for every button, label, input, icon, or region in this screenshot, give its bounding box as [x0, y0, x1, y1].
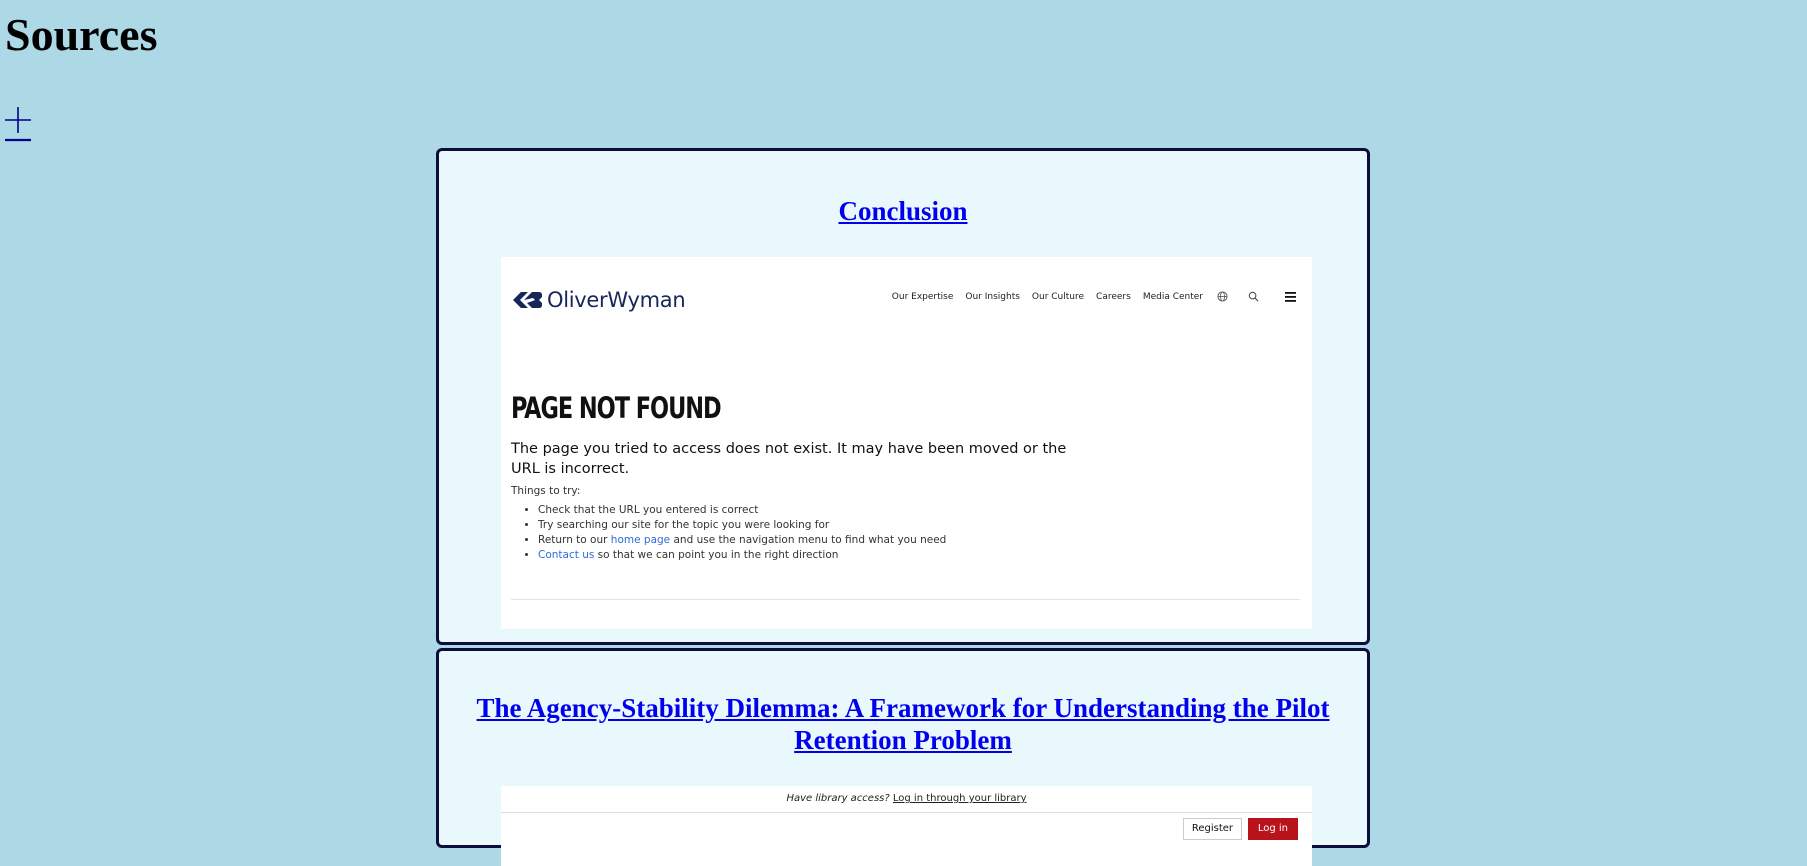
error-heading: PAGE NOT FOUND [511, 391, 722, 425]
oliverwyman-logo: OliverWyman [511, 287, 686, 313]
source-card: Conclusion OliverWyman Our Expertise Our… [436, 148, 1370, 645]
logo-text: OliverWyman [547, 288, 686, 312]
source-screenshot[interactable]: OliverWyman Our Expertise Our Insights O… [501, 257, 1312, 629]
globe-icon[interactable] [1217, 291, 1228, 302]
list-item: Return to our home page and use the navi… [538, 533, 946, 548]
list-item: Contact us so that we can point you in t… [538, 548, 946, 563]
nav-item-media-center[interactable]: Media Center [1143, 292, 1203, 302]
page-title: Sources [5, 9, 158, 60]
list-item-text: Check that the URL you entered is correc… [538, 504, 759, 516]
list-item-text: so that we can point you in the right di… [594, 549, 839, 561]
source-title-link[interactable]: Conclusion [439, 195, 1367, 227]
error-message: The page you tried to access does not ex… [511, 441, 1067, 477]
divider [511, 599, 1300, 600]
source-title-link[interactable]: The Agency-Stability Dilemma: A Framewor… [439, 692, 1367, 756]
list-item-text: Return to our [538, 534, 611, 546]
source-card: The Agency-Stability Dilemma: A Framewor… [436, 648, 1370, 866]
plus-icon [5, 107, 31, 142]
source-screenshot[interactable]: Have library access? Log in through your… [501, 786, 1312, 866]
library-question: Have library access? [786, 793, 890, 804]
menu-icon[interactable] [1285, 291, 1296, 302]
list-item-text: Try searching our site for the topic you… [538, 519, 830, 531]
library-login-link[interactable]: Log in through your library [893, 793, 1027, 804]
nav-item-insights[interactable]: Our Insights [965, 292, 1020, 302]
list-item-text: and use the navigation menu to find what… [670, 534, 947, 546]
nav-item-culture[interactable]: Our Culture [1032, 292, 1084, 302]
home-page-link[interactable]: home page [611, 534, 670, 546]
site-nav: Our Expertise Our Insights Our Culture C… [880, 291, 1296, 302]
add-source-button[interactable] [4, 104, 32, 144]
library-access-bar: Have library access? Log in through your… [501, 786, 1312, 813]
nav-item-expertise[interactable]: Our Expertise [892, 292, 954, 302]
list-item: Try searching our site for the topic you… [538, 518, 946, 533]
login-button[interactable]: Log in [1247, 818, 1298, 840]
nav-item-careers[interactable]: Careers [1096, 292, 1131, 302]
things-to-try-label: Things to try: [511, 485, 581, 497]
contact-us-link[interactable]: Contact us [538, 549, 594, 561]
search-icon[interactable] [1248, 291, 1259, 302]
list-item: Check that the URL you entered is correc… [538, 503, 946, 518]
suggestion-list: Check that the URL you entered is correc… [511, 503, 946, 563]
register-button[interactable]: Register [1182, 818, 1242, 840]
oliverwyman-logo-icon [513, 292, 542, 308]
